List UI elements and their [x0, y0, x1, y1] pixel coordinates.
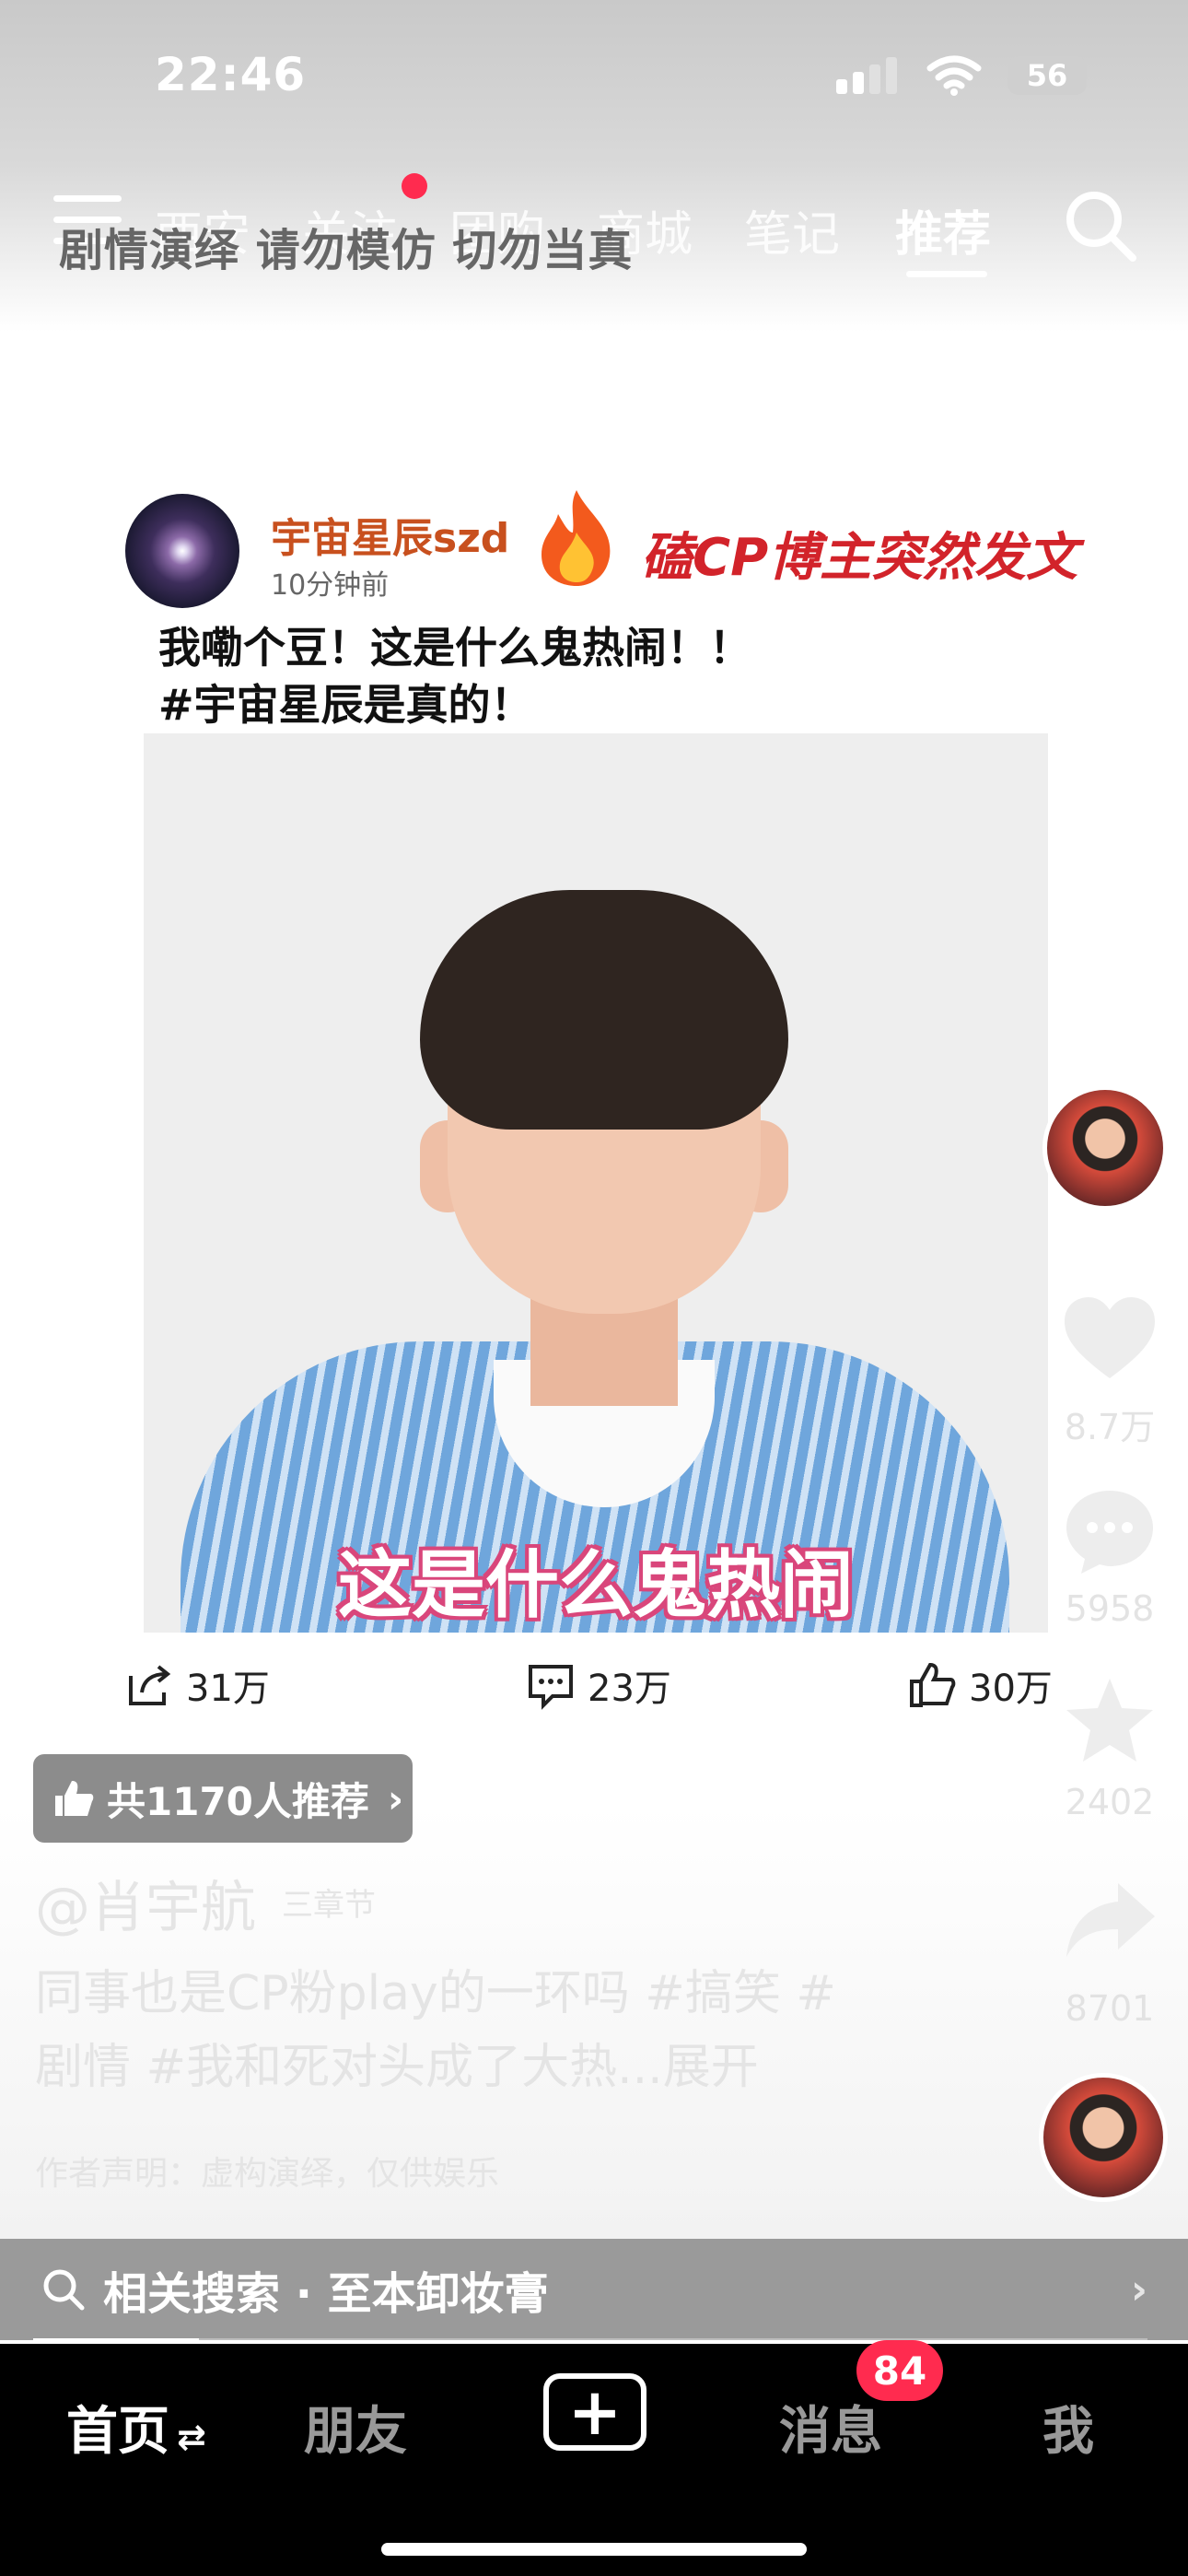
nav-messages[interactable]: 消息	[779, 2390, 882, 2465]
video-disclaimer: 作者声明：虚构演绎，仅供娱乐	[35, 2155, 500, 2193]
post-text-line1: 我嘞个豆！这是什么鬼热闹！！	[158, 623, 751, 673]
tab-recommend[interactable]: 推荐	[895, 195, 991, 264]
share-icon	[129, 1665, 171, 1705]
cellular-signal-icon	[836, 57, 897, 94]
post-photo: 这是什么鬼热闹	[144, 733, 1048, 1633]
like-count: 8.7万	[1064, 1407, 1156, 1447]
post-text: 我嘞个豆！这是什么鬼热闹！！ #宇宙星辰是真的！	[158, 619, 751, 733]
nav-home-label: 首页	[66, 2402, 169, 2462]
favorite-count: 2402	[1065, 1782, 1155, 1822]
active-tab-underline	[906, 271, 987, 277]
post-share-stat: 31万	[123, 1658, 270, 1712]
post-comment-count: 23万	[588, 1668, 671, 1710]
nav-home[interactable]: 首页 ⇄	[66, 2390, 206, 2465]
wifi-icon	[926, 55, 982, 96]
recommend-pill[interactable]: 共1170人推荐 ›	[33, 1754, 413, 1843]
share-count: 8701	[1065, 1988, 1155, 2029]
photo-caption: 这是什么鬼热闹	[338, 1542, 854, 1628]
heart-icon[interactable]	[1059, 1294, 1160, 1386]
star-icon[interactable]	[1059, 1675, 1160, 1767]
nav-friends[interactable]: 朋友	[304, 2390, 407, 2465]
fire-icon	[542, 490, 611, 586]
search-small-icon	[43, 2269, 85, 2311]
video-description-line1: 同事也是CP粉play的一环吗 #搞笑 #	[35, 1966, 836, 2021]
nav-me[interactable]: 我	[1042, 2390, 1094, 2465]
thumbs-up-icon	[910, 1662, 956, 1707]
comment-count: 5958	[1065, 1588, 1155, 1629]
post-share-count: 31万	[186, 1668, 270, 1710]
search-icon[interactable]	[1061, 186, 1140, 265]
create-button[interactable]: +	[543, 2373, 646, 2451]
video-description-line2[interactable]: 剧情 #我和死对头成了大热...展开	[35, 2031, 938, 2104]
messages-badge: 84	[856, 2340, 943, 2401]
status-time: 22:46	[155, 48, 307, 101]
following-notification-dot	[402, 173, 427, 199]
related-search-bar[interactable]: 相关搜索 · 至本卸妆膏 ›	[0, 2239, 1188, 2340]
overlay-caption: 剧情演绎 请勿模仿 切勿当真	[59, 225, 634, 276]
video-chapter[interactable]: 三章节	[282, 1879, 376, 1925]
thumbs-up-filled-icon	[55, 1781, 94, 1816]
comment-icon	[529, 1665, 573, 1710]
post-avatar	[125, 494, 239, 608]
comment-bubble-icon[interactable]	[1059, 1485, 1160, 1577]
chevron-right-icon: ›	[1130, 2266, 1147, 2313]
recommend-label: 共1170人推荐	[107, 1778, 369, 1824]
battery-indicator: 56	[1007, 56, 1087, 95]
chevron-right-icon: ›	[387, 1775, 404, 1821]
post-headline: 磕CP博主突然发文	[641, 528, 1078, 588]
post-username: 宇宙星辰szd	[271, 515, 510, 562]
bottom-nav: 首页 ⇄ 朋友 + 消息 84 我	[0, 2340, 1188, 2576]
status-icons: 56	[836, 55, 1087, 96]
home-indicator	[381, 2543, 807, 2556]
share-arrow-icon[interactable]	[1059, 1874, 1160, 1966]
video-author[interactable]: @肖宇航	[35, 1863, 256, 1943]
switch-icon: ⇄	[177, 2417, 206, 2457]
post-time: 10分钟前	[271, 569, 390, 602]
music-disc-avatar[interactable]	[1039, 2073, 1168, 2202]
tab-notes[interactable]: 笔记	[744, 195, 840, 264]
post-comment-stat: 23万	[525, 1658, 671, 1712]
photo-hair	[420, 890, 788, 1130]
post-text-line2: #宇宙星辰是真的！	[158, 680, 533, 730]
post-like-count: 30万	[969, 1668, 1053, 1710]
plus-icon: +	[567, 2374, 623, 2450]
screen: 22:46 56 西安 关注 团购 商城 笔记 推荐 剧情演绎 请勿模仿 切勿当…	[0, 0, 1188, 2576]
related-search-label: 相关搜索 · 至本卸妆膏	[103, 2268, 549, 2320]
video-description: 同事也是CP粉play的一环吗 #搞笑 # 剧情 #我和死对头成了大热...展开	[35, 1957, 938, 2104]
creator-avatar[interactable]	[1042, 1085, 1168, 1211]
post-like-stat: 30万	[906, 1658, 1053, 1712]
